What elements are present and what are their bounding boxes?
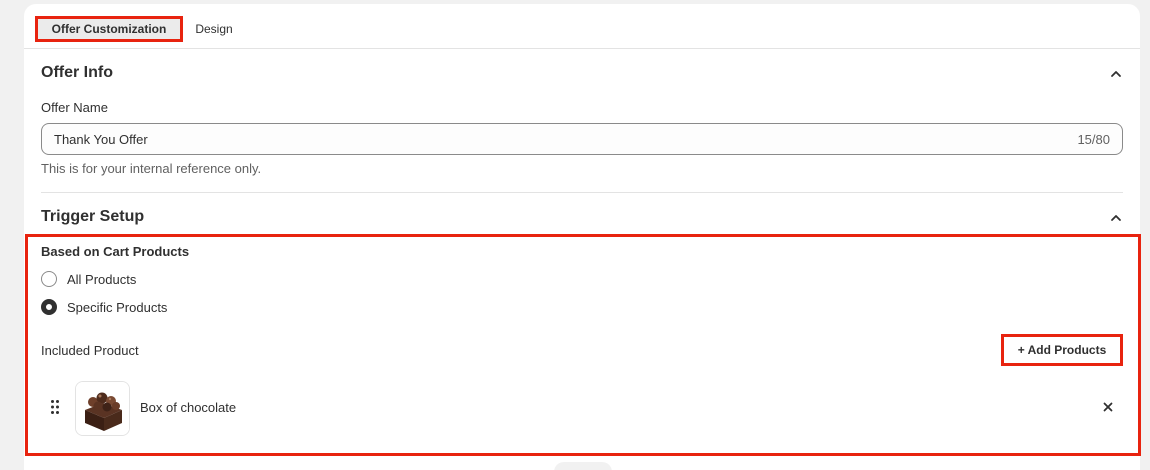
- tab-bar: Offer Customization Design: [24, 4, 1140, 49]
- trigger-setup-title: Trigger Setup: [41, 208, 145, 225]
- radio-all-products[interactable]: All Products: [41, 271, 136, 287]
- product-name: Box of chocolate: [140, 400, 237, 415]
- offer-name-label: Offer Name: [41, 100, 108, 115]
- chocolate-box-image: [75, 381, 130, 436]
- offer-name-help-text: This is for your internal reference only…: [41, 161, 262, 176]
- radio-button-checked[interactable]: [41, 299, 57, 315]
- product-list-item: Box of chocolate: [41, 380, 1123, 436]
- char-counter: 15/80: [1077, 131, 1110, 147]
- radio-specific-products[interactable]: Specific Products: [41, 299, 167, 315]
- offer-name-value: Thank You Offer: [54, 131, 148, 147]
- close-icon[interactable]: [1101, 400, 1115, 414]
- chevron-up-icon[interactable]: [1109, 211, 1123, 225]
- add-products-button[interactable]: + Add Products: [1001, 334, 1123, 366]
- offer-info-title: Offer Info: [41, 64, 113, 81]
- based-on-cart-label: Based on Cart Products: [41, 244, 190, 259]
- tab-design[interactable]: Design: [186, 16, 242, 42]
- section-divider: [41, 192, 1123, 193]
- radio-button[interactable]: [41, 271, 57, 287]
- included-product-label: Included Product: [41, 343, 139, 358]
- offer-editor-card: Offer Customization Design Offer Info Of…: [24, 4, 1141, 470]
- radio-all-products-label: All Products: [67, 271, 137, 287]
- tab-offer-customization[interactable]: Offer Customization: [35, 16, 183, 42]
- add-products-label: + Add Products: [1017, 343, 1107, 357]
- radio-specific-products-label: Specific Products: [67, 299, 168, 315]
- tab-design-label: Design: [195, 22, 233, 36]
- chevron-up-icon[interactable]: [1109, 67, 1123, 81]
- scroll-indicator: [554, 462, 612, 470]
- drag-handle-icon[interactable]: [50, 399, 60, 415]
- tab-offer-customization-label: Offer Customization: [51, 22, 167, 36]
- offer-name-input[interactable]: Thank You Offer 15/80: [41, 123, 1123, 155]
